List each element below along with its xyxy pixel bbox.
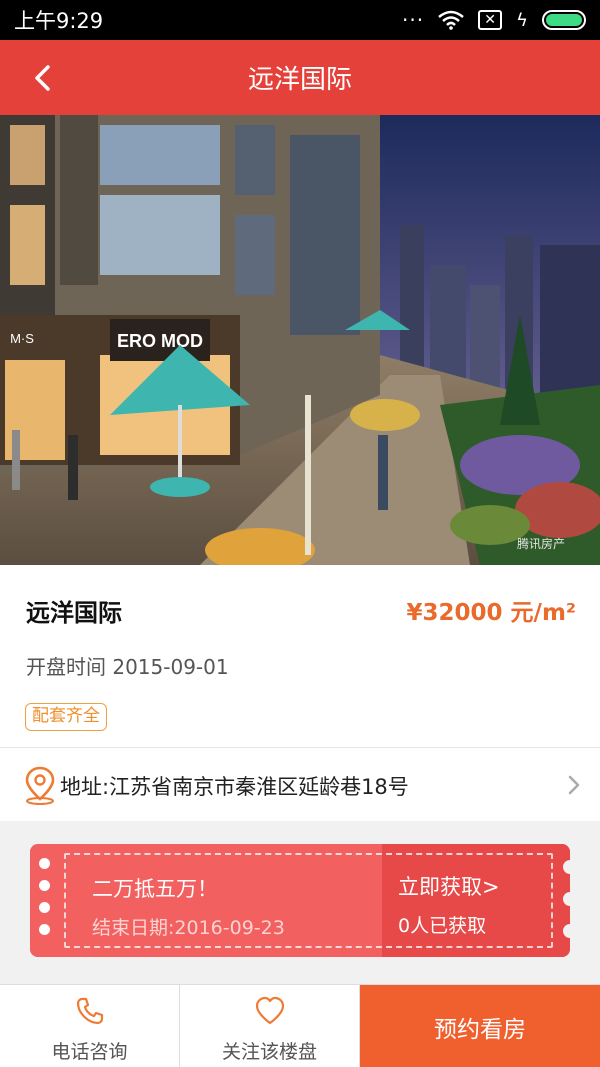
battery-level <box>546 14 582 26</box>
property-price: ¥32000 元/m² <box>406 600 576 626</box>
coupon-hole <box>39 858 50 869</box>
coupon-hole <box>39 880 50 891</box>
coupon-hole <box>39 924 50 935</box>
image-watermark: 腾讯房产 <box>517 536 565 551</box>
shop-sign-small: M·S <box>10 331 34 346</box>
follow-property-label: 关注该楼盘 <box>221 1041 317 1063</box>
property-name: 远洋国际 <box>26 599 122 627</box>
phone-consult-label: 电话咨询 <box>51 1041 128 1063</box>
address-row[interactable]: 地址:江苏省南京市秦淮区延龄巷18号 <box>0 747 600 821</box>
status-icons: ··· ✕ ϟ <box>402 8 586 32</box>
open-date: 开盘时间 2015-09-01 <box>26 655 229 679</box>
bottom-action-bar: 电话咨询 关注该楼盘 预约看房 <box>0 984 600 1067</box>
coupon-notch <box>563 892 570 906</box>
chevron-left-icon <box>35 65 50 91</box>
follow-property-button[interactable]: 关注该楼盘 <box>180 985 360 1067</box>
signal-dots-icon: ··· <box>402 8 425 32</box>
address-text: 地址:江苏省南京市秦淮区延龄巷18号 <box>60 775 409 799</box>
page-title: 远洋国际 <box>247 65 352 95</box>
property-hero-image[interactable]: ERO MOD M·S 腾讯房产 <box>0 115 600 565</box>
coupon-notch <box>563 860 570 874</box>
get-coupon-button[interactable]: 立即获取> <box>398 871 500 901</box>
phone-icon <box>76 997 104 1025</box>
coupon-claimed-count: 0人已获取 <box>398 915 487 937</box>
top-nav-bar: 远洋国际 <box>0 40 600 115</box>
book-viewing-button[interactable]: 预约看房 <box>360 985 600 1067</box>
heart-icon <box>255 996 285 1025</box>
coupon-section: 二万抵五万！ 结束日期:2016-09-23 立即获取> 0人已获取 <box>0 821 600 984</box>
status-bar: 上午9:29 ··· ✕ ϟ <box>0 0 600 40</box>
no-sim-icon: ✕ <box>478 10 503 30</box>
property-info-card: 远洋国际 ¥32000 元/m² 开盘时间 2015-09-01 配套齐全 <box>0 565 600 747</box>
coupon-end-date: 结束日期:2016-09-23 <box>92 917 285 939</box>
chevron-right-icon <box>568 775 580 795</box>
shop-sign-text: ERO MOD <box>117 331 203 351</box>
coupon-notch <box>563 924 570 938</box>
coupon-title: 二万抵五万！ <box>92 877 218 901</box>
coupon-hole <box>39 902 50 913</box>
charging-icon: ϟ <box>516 9 528 31</box>
feature-tag: 配套齐全 <box>25 703 107 731</box>
phone-consult-button[interactable]: 电话咨询 <box>0 985 180 1067</box>
coupon-card[interactable]: 二万抵五万！ 结束日期:2016-09-23 立即获取> 0人已获取 <box>30 844 570 957</box>
status-time: 上午9:29 <box>14 9 104 33</box>
back-button[interactable] <box>22 58 62 98</box>
wifi-icon <box>438 10 464 30</box>
location-pin-icon <box>25 766 55 805</box>
battery-icon <box>542 10 586 30</box>
